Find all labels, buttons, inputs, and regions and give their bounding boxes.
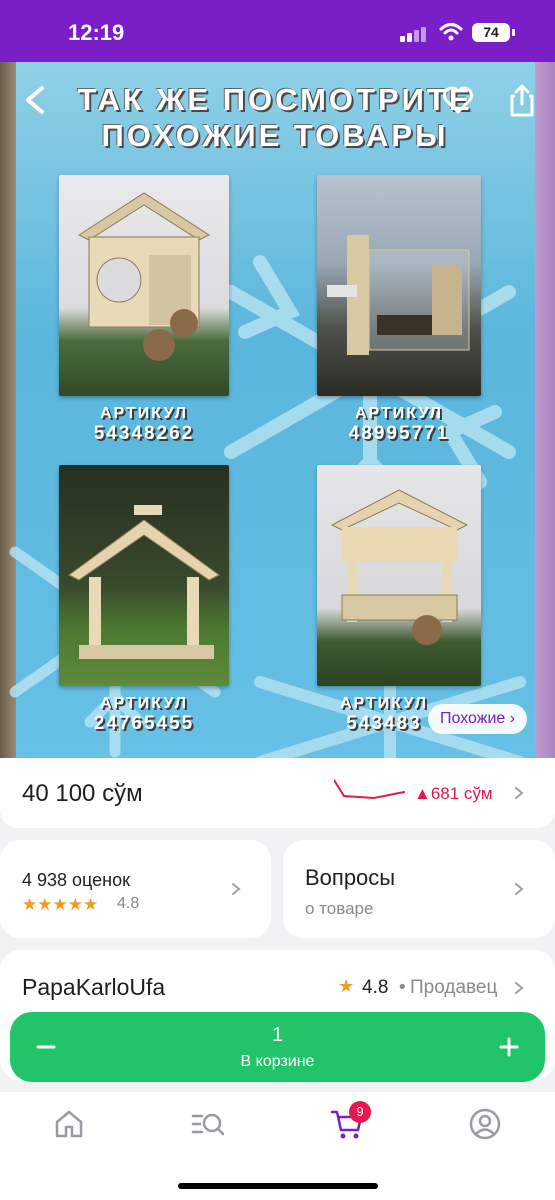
battery-tip xyxy=(512,29,515,36)
back-icon[interactable] xyxy=(20,82,50,118)
sku-label: АРТИКУЛ xyxy=(99,695,189,712)
status-time: 12:19 xyxy=(68,20,125,45)
sku-number: 48995771 xyxy=(348,423,450,444)
promo-title: ТАК ЖЕ ПОСМОТРИТЕ ПОХОЖИЕ ТОВАРЫ xyxy=(40,82,510,154)
product-sku-3: АРТИКУЛ 24765455 xyxy=(44,695,244,734)
wifi-icon xyxy=(439,23,463,41)
product-photo-birdhouse-1 xyxy=(59,175,229,396)
separator-dot: • xyxy=(399,977,406,998)
reviews-card[interactable]: 4 938 оценок ★★★★★ 4.8 xyxy=(0,840,271,938)
rating-score: 4.8 xyxy=(117,895,140,912)
similar-products-button[interactable]: Похожие › xyxy=(428,704,528,734)
product-sku-2: АРТИКУЛ 48995771 xyxy=(299,405,499,444)
sku-label: АРТИКУЛ xyxy=(354,405,444,422)
cart-quantity-bar: 1 В корзине xyxy=(10,1012,545,1082)
catalog-search-icon[interactable] xyxy=(190,1106,226,1142)
promo-title-line2: ПОХОЖИЕ ТОВАРЫ xyxy=(101,118,449,153)
seller-label: Продавец xyxy=(410,977,498,998)
promo-title-line1: ТАК ЖЕ ПОСМОТРИТЕ xyxy=(77,82,473,117)
home-indicator xyxy=(178,1183,378,1189)
home-icon[interactable] xyxy=(51,1106,87,1142)
seller-name: PapaKarloUfa xyxy=(22,974,166,1000)
chevron-right-icon xyxy=(515,787,524,799)
star-icon: ★ xyxy=(338,976,355,996)
battery-indicator: 74 xyxy=(472,23,510,42)
questions-title: Вопросы xyxy=(305,865,396,890)
chevron-right-icon xyxy=(232,883,241,895)
questions-card[interactable]: Вопросы о товаре xyxy=(283,840,555,938)
favorite-heart-icon[interactable] xyxy=(442,84,474,116)
chevron-right-icon xyxy=(515,982,524,994)
seller-rating: 4.8 xyxy=(362,977,389,998)
product-photo-birdhouse-4 xyxy=(317,465,481,686)
price-change: ▲681 сўм xyxy=(414,784,493,803)
product-photo-feeder-3 xyxy=(59,465,229,686)
increase-quantity-button[interactable] xyxy=(487,1025,531,1069)
status-bar: 12:19 74 xyxy=(0,0,555,62)
reviews-count: 4 938 оценок xyxy=(22,870,130,890)
in-cart-label: В корзине xyxy=(240,1053,315,1070)
share-icon[interactable] xyxy=(506,82,538,118)
questions-subtitle: о товаре xyxy=(305,899,374,918)
sku-number: 24765455 xyxy=(93,713,195,734)
cart-quantity: 1 xyxy=(271,1024,284,1046)
price-card[interactable]: 40 100 сўм ▲681 сўм xyxy=(0,758,555,828)
sku-label: АРТИКУЛ xyxy=(99,405,189,422)
profile-icon[interactable] xyxy=(467,1106,503,1142)
cart-count-badge: 9 xyxy=(349,1101,371,1123)
chevron-right-icon xyxy=(515,883,524,895)
rating-stars: ★★★★★ xyxy=(22,895,99,914)
sku-number: 54348262 xyxy=(93,423,195,444)
product-sku-1: АРТИКУЛ 54348262 xyxy=(44,405,244,444)
product-price: 40 100 сўм xyxy=(22,780,143,807)
signal-icon xyxy=(400,26,428,42)
product-image-gallery[interactable]: ТАК ЖЕ ПОСМОТРИТЕ ПОХОЖИЕ ТОВАРЫ АРТИКУЛ… xyxy=(0,62,555,758)
price-history-sparkline xyxy=(334,779,405,800)
product-photo-feeder-2 xyxy=(317,175,481,396)
